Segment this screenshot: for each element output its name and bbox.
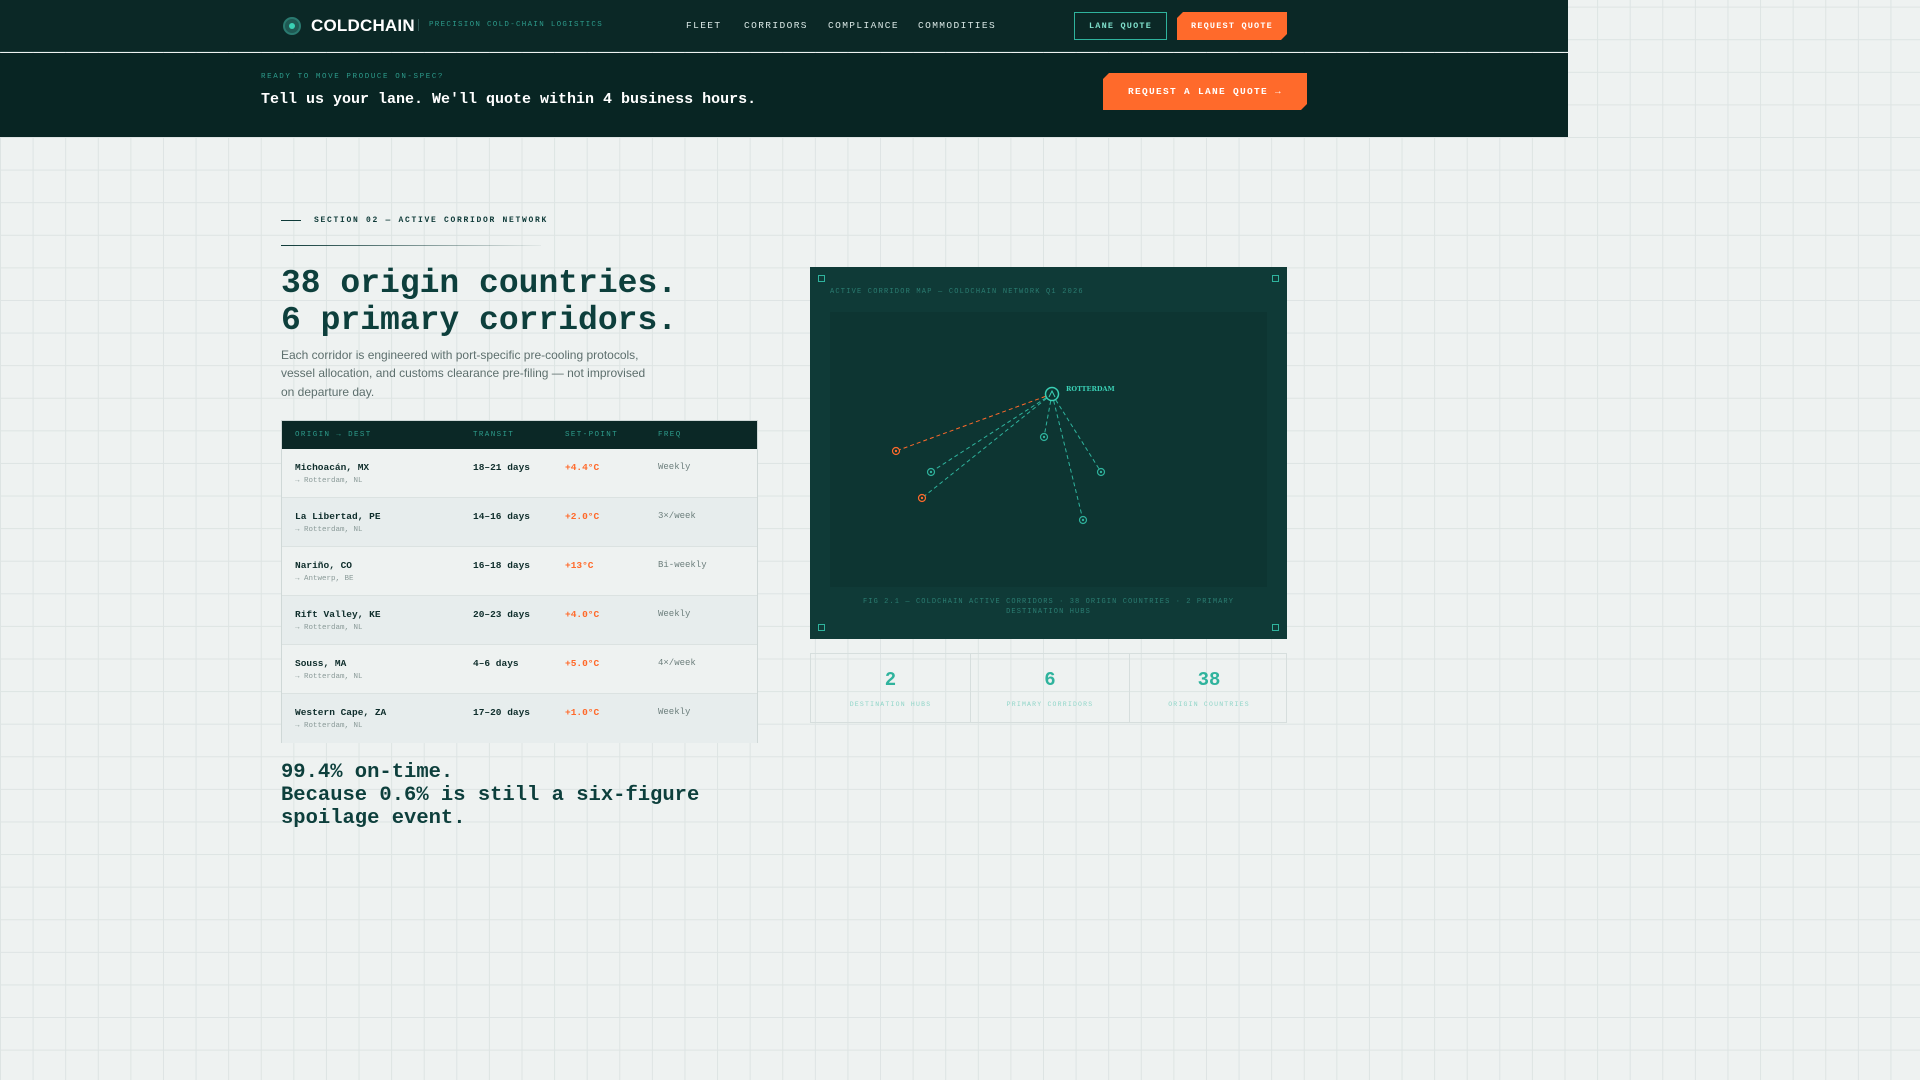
stat-value: 38	[1197, 669, 1221, 691]
corner-mark	[1272, 624, 1279, 631]
ontime-line-2: Because 0.6% is still a six-figure spoil…	[281, 784, 700, 830]
ontime-line-1: 99.4% on-time.	[281, 761, 454, 784]
map-title: ACTIVE CORRIDOR MAP — COLDCHAIN NETWORK …	[830, 288, 1084, 296]
row-frequency: 4×/week	[658, 658, 696, 668]
corner-mark	[1272, 275, 1279, 282]
row-setpoint: +4.0°C	[565, 609, 600, 620]
origin-node-dot	[1042, 435, 1046, 439]
row-transit: 16–18 days	[473, 560, 531, 571]
rotterdam-hub-marker[interactable]	[1044, 386, 1060, 402]
row-origin: Souss, MA	[295, 658, 347, 669]
row-destination: → Rotterdam, NL	[295, 477, 363, 485]
row-origin: Western Cape, ZA	[295, 707, 387, 718]
cta-headline: Tell us your lane. We'll quote within 4 …	[261, 91, 757, 108]
cta-band: READY TO MOVE PRODUCE ON-SPEC? Tell us y…	[0, 53, 1568, 137]
table-row[interactable]: Nariño, CO → Antwerp, BE 16–18 days +13°…	[282, 547, 757, 596]
lane-quote-button[interactable]: LANE QUOTE	[1074, 12, 1167, 40]
table-row[interactable]: La Libertad, PE → Rotterdam, NL 14–16 da…	[282, 498, 757, 547]
col-header-transit: TRANSIT	[473, 431, 515, 439]
section-label: SECTION 02 — ACTIVE CORRIDOR NETWORK	[314, 216, 549, 225]
corner-mark	[818, 275, 825, 282]
hub-label: ROTTERDAM	[1066, 385, 1115, 393]
corridor-table: ORIGIN → DEST TRANSIT SET-POINT FREQ Mic…	[281, 420, 758, 743]
request-quote-button[interactable]: REQUEST QUOTE	[1177, 12, 1287, 40]
row-frequency: Weekly	[658, 462, 691, 472]
stat-primary-corridors: 6 PRIMARY CORRIDORS	[970, 654, 1129, 722]
col-header-freq: FREQ	[658, 431, 682, 439]
stat-label: DESTINATION HUBS	[849, 701, 932, 708]
stat-value: 6	[1044, 669, 1056, 691]
stat-destination-hubs: 2 DESTINATION HUBS	[811, 654, 970, 722]
col-header-setpoint: SET-POINT	[565, 431, 619, 439]
nav-link-corridors[interactable]: CORRIDORS	[744, 20, 808, 31]
row-frequency: Weekly	[658, 707, 691, 717]
nav-link-fleet[interactable]: FLEET	[686, 20, 722, 31]
request-lane-quote-button[interactable]: REQUEST A LANE QUOTE →	[1103, 73, 1307, 110]
corridor-line	[921, 393, 1053, 499]
row-frequency: 3×/week	[658, 511, 696, 521]
ontime-statement: 99.4% on-time. Because 0.6% is still a s…	[281, 761, 741, 830]
logo-icon[interactable]	[283, 17, 301, 35]
row-origin: Michoacán, MX	[295, 462, 370, 473]
row-setpoint: +13°C	[565, 560, 594, 571]
row-transit: 17–20 days	[473, 707, 531, 718]
row-origin: Rift Valley, KE	[295, 609, 381, 620]
row-destination: → Rotterdam, NL	[295, 624, 363, 632]
row-transit: 20–23 days	[473, 609, 531, 620]
table-row[interactable]: Western Cape, ZA → Rotterdam, NL 17–20 d…	[282, 694, 757, 743]
stat-origin-countries: 38 ORIGIN COUNTRIES	[1129, 654, 1288, 722]
corridor-line	[930, 393, 1053, 473]
row-destination: → Antwerp, BE	[295, 575, 354, 583]
corner-mark	[818, 624, 825, 631]
table-row[interactable]: Rift Valley, KE → Rotterdam, NL 20–23 da…	[282, 596, 757, 645]
row-destination: → Rotterdam, NL	[295, 722, 363, 730]
corridor-line	[1051, 393, 1102, 473]
corridor-map-panel: ACTIVE CORRIDOR MAP — COLDCHAIN NETWORK …	[810, 267, 1287, 639]
row-setpoint: +5.0°C	[565, 658, 600, 669]
corridor-map-svg: ROTTERDAM	[891, 385, 1115, 525]
row-transit: 18–21 days	[473, 462, 531, 473]
origin-node-dot	[1099, 470, 1103, 474]
headline-line-1: 38 origin countries.	[281, 265, 678, 302]
top-nav: COLDCHAIN PRECISION COLD-CHAIN LOGISTICS…	[0, 0, 1568, 52]
stat-label: ORIGIN COUNTRIES	[1168, 701, 1250, 708]
section-headline: 38 origin countries. 6 primary corridors…	[281, 265, 677, 339]
map-caption: FIG 2.1 — COLDCHAIN ACTIVE CORRIDORS · 3…	[862, 598, 1235, 616]
row-transit: 14–16 days	[473, 511, 531, 522]
table-row[interactable]: Michoacán, MX → Rotterdam, NL 18–21 days…	[282, 449, 757, 498]
section-label-rule	[281, 220, 301, 221]
row-setpoint: +2.0°C	[565, 511, 600, 522]
corridor-line	[1051, 393, 1084, 521]
row-origin: Nariño, CO	[295, 560, 353, 571]
table-header: ORIGIN → DEST TRANSIT SET-POINT FREQ	[282, 421, 757, 449]
cta-eyebrow: READY TO MOVE PRODUCE ON-SPEC?	[261, 73, 445, 81]
map-canvas: ROTTERDAM	[830, 312, 1267, 587]
headline-line-2: 6 primary corridors.	[281, 302, 678, 339]
brand-tagline: PRECISION COLD-CHAIN LOGISTICS	[418, 19, 603, 31]
row-setpoint: +4.4°C	[565, 462, 600, 473]
row-destination: → Rotterdam, NL	[295, 526, 363, 534]
stat-value: 2	[884, 669, 897, 691]
row-transit: 4–6 days	[473, 658, 519, 669]
origin-node-dot	[929, 470, 933, 474]
network-stats: 2 DESTINATION HUBS 6 PRIMARY CORRIDORS 3…	[810, 653, 1287, 723]
nav-link-commodities[interactable]: COMMODITIES	[918, 20, 996, 31]
row-frequency: Weekly	[658, 609, 691, 619]
origin-node-dot	[920, 496, 924, 500]
row-setpoint: +1.0°C	[565, 707, 600, 718]
row-origin: La Libertad, PE	[295, 511, 381, 522]
origin-node-dot	[894, 449, 898, 453]
section-divider	[281, 245, 541, 246]
stat-label: PRIMARY CORRIDORS	[1006, 701, 1094, 708]
row-frequency: Bi-weekly	[658, 560, 707, 570]
section-lede: Each corridor is engineered with port-sp…	[281, 348, 646, 399]
table-row[interactable]: Souss, MA → Rotterdam, NL 4–6 days +5.0°…	[282, 645, 757, 694]
col-header-origin: ORIGIN → DEST	[295, 431, 372, 439]
row-destination: → Rotterdam, NL	[295, 673, 363, 681]
origin-node-dot	[1081, 518, 1085, 522]
brand-name[interactable]: COLDCHAIN	[311, 16, 415, 36]
nav-link-compliance[interactable]: COMPLIANCE	[828, 20, 899, 31]
corridor-line	[895, 393, 1053, 452]
